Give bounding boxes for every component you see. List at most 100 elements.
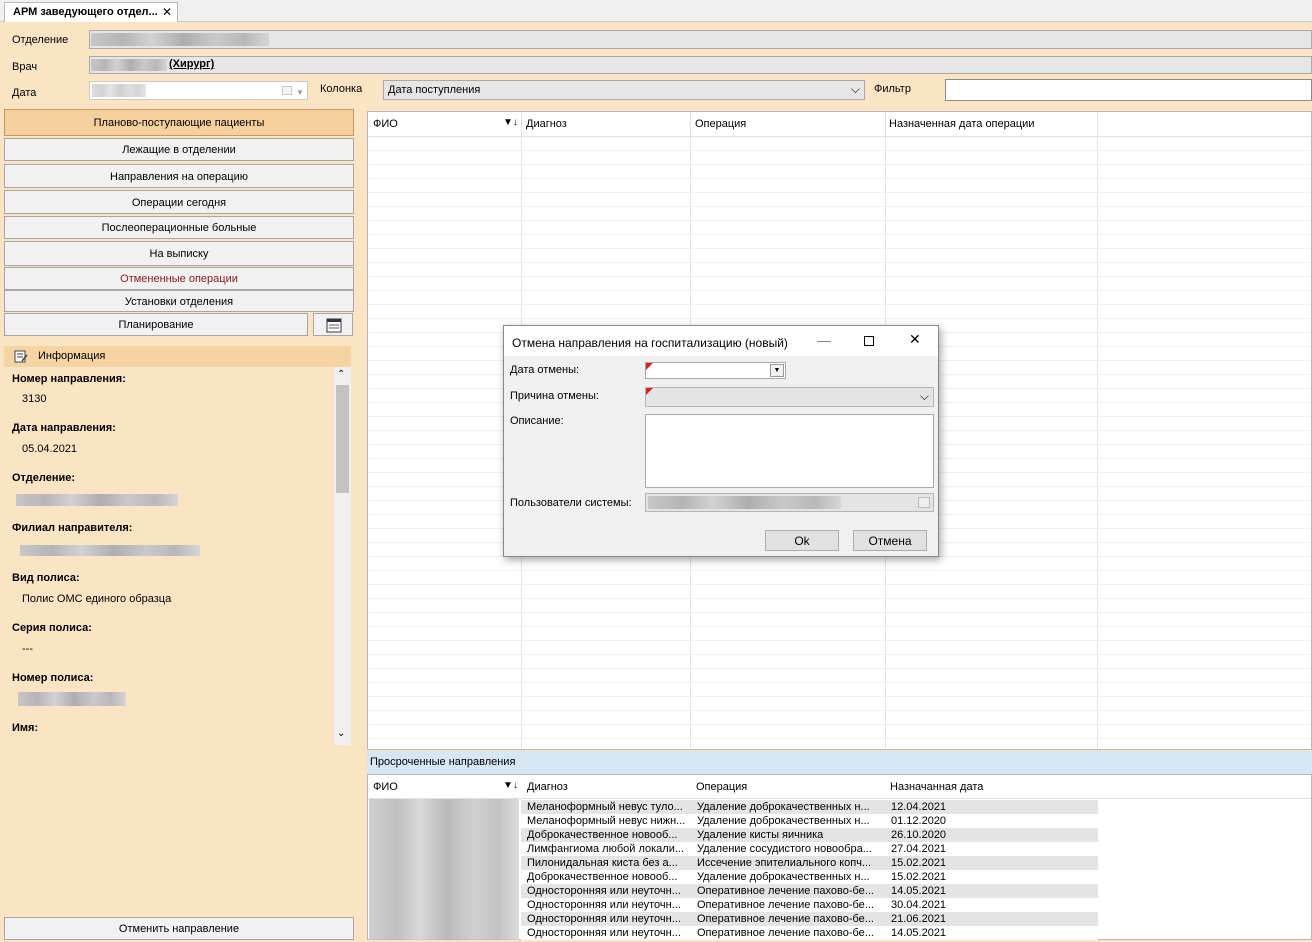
tab-arm[interactable]: АРМ заведующего отдел... ✕ <box>4 2 178 22</box>
filter-label: Фильтр <box>874 83 911 95</box>
redacted-branch-value <box>20 545 200 556</box>
overdue-cell-operation: Удаление кисты яичника <box>697 829 824 841</box>
date-picker[interactable]: ▼ <box>89 81 308 100</box>
overdue-row[interactable]: Односторонняя или неуточн... Оперативное … <box>521 884 1098 898</box>
system-users-label: Пользователи системы: <box>510 497 632 509</box>
overdue-row[interactable]: Односторонняя или неуточн... Оперативное … <box>521 912 1098 926</box>
overdue-cell-operation: Оперативное лечение пахово-бе... <box>697 885 874 897</box>
cancel-referral-button[interactable]: Отменить направление <box>4 917 354 940</box>
grid-row-line <box>368 178 1311 179</box>
overdue-row[interactable]: Доброкачественное новооб... Удаление добр… <box>521 870 1098 884</box>
overdue-cell-date: 14.05.2021 <box>891 885 947 897</box>
col-header-fio[interactable]: ФИО <box>373 118 398 130</box>
redacted-date <box>92 84 146 97</box>
overdue-cell-date: 12.04.2021 <box>891 801 947 813</box>
overdue-cell-date: 27.04.2021 <box>891 843 947 855</box>
overdue-cell-operation: Удаление сосудистого новообра... <box>697 843 872 855</box>
overdue-cell-operation: Удаление доброкачественных н... <box>697 871 870 883</box>
info-value-referral-number: 3130 <box>22 393 47 405</box>
overdue-row[interactable]: Односторонняя или неуточн... Оперативное … <box>521 898 1098 912</box>
overdue-cell-diagnosis: Меланоформный невус туло... <box>527 801 683 813</box>
overdue-cell-operation: Удаление доброкачественных н... <box>697 815 870 827</box>
department-field <box>89 30 1312 49</box>
info-value-referral-date: 05.04.2021 <box>22 443 78 455</box>
overdue-col-diagnosis[interactable]: Диагноз <box>527 781 568 793</box>
filter-input[interactable] <box>945 79 1312 101</box>
nav-discharge[interactable]: На выписку <box>4 241 354 266</box>
nav-cancelled-operations[interactable]: Отмененные операции <box>4 267 354 290</box>
info-label-policy-type: Вид полиса: <box>12 572 80 584</box>
info-header: Информация <box>4 346 351 367</box>
nav-department-settings[interactable]: Установки отделения <box>4 290 354 312</box>
minimize-icon[interactable]: — <box>817 332 831 348</box>
close-icon[interactable]: ✕ <box>909 331 921 348</box>
dialog-cancel-button[interactable]: Отмена <box>853 530 927 551</box>
filter-sort-icon[interactable]: ▼↓ <box>503 117 518 128</box>
overdue-row[interactable]: Меланоформный невус нижн... Удаление добр… <box>521 814 1098 828</box>
redacted-policy-number <box>18 692 126 706</box>
calendar-icon <box>326 318 342 333</box>
overdue-cell-diagnosis: Меланоформный невус нижн... <box>527 815 686 827</box>
redacted-fio-column <box>369 799 519 940</box>
grid-row-line <box>368 738 1311 739</box>
chevron-down-icon[interactable]: ▼ <box>296 88 304 97</box>
info-label-branch: Филиал направителя: <box>12 522 133 534</box>
picker-icon[interactable] <box>918 497 930 508</box>
overdue-cell-operation: Оперативное лечение пахово-бе... <box>697 899 874 911</box>
planning-calendar-button[interactable] <box>313 313 353 336</box>
scroll-down-icon[interactable]: ⌄ <box>337 728 345 739</box>
overdue-header: Просроченные направления <box>367 751 1312 774</box>
tab-title: АРМ заведующего отдел... <box>13 6 158 18</box>
nav-postoperative[interactable]: Послеоперационные больные <box>4 216 354 239</box>
system-users-field[interactable] <box>645 493 934 512</box>
overdue-cell-date: 15.02.2021 <box>891 857 947 869</box>
col-header-assigned-date[interactable]: Назначенная дата операции <box>889 118 1034 130</box>
required-marker <box>646 363 653 370</box>
chevron-down-icon[interactable]: ▼ <box>770 364 784 377</box>
overdue-row[interactable]: Лимфангиома любой локали... Удаление сосу… <box>521 842 1098 856</box>
column-select[interactable]: Дата поступления ⌵ <box>383 80 865 100</box>
scroll-up-icon[interactable]: ⌃ <box>337 369 345 380</box>
maximize-icon[interactable] <box>864 336 874 346</box>
info-label-name: Имя: <box>12 722 39 734</box>
overdue-col-fio[interactable]: ФИО <box>373 781 398 793</box>
grid-row-line <box>368 304 1311 305</box>
col-header-operation[interactable]: Операция <box>695 118 746 130</box>
grid-row-line <box>368 262 1311 263</box>
overdue-cell-diagnosis: Пилонидальная киста без а... <box>527 857 678 869</box>
grid-row-line <box>368 570 1311 571</box>
calendar-icon[interactable] <box>282 86 292 95</box>
column-label: Колонка <box>320 83 363 95</box>
overdue-cell-operation: Удаление доброкачественных н... <box>697 801 870 813</box>
close-icon[interactable]: ✕ <box>162 5 172 19</box>
grid-row-line <box>368 206 1311 207</box>
nav-operation-referrals[interactable]: Направления на операцию <box>4 164 354 188</box>
description-textarea[interactable] <box>645 414 934 488</box>
grid-row-line <box>368 598 1311 599</box>
cancel-date-input[interactable]: ▼ <box>645 362 786 379</box>
filter-sort-icon[interactable]: ▼↓ <box>503 780 518 791</box>
overdue-col-operation[interactable]: Операция <box>696 781 747 793</box>
redacted-department-value <box>16 494 178 506</box>
overdue-col-date[interactable]: Назначанная дата <box>890 781 983 793</box>
nav-inpatients[interactable]: Лежащие в отделении <box>4 138 354 161</box>
ok-button[interactable]: Ok <box>765 530 839 551</box>
nav-operations-today[interactable]: Операции сегодня <box>4 190 354 214</box>
chevron-down-icon[interactable]: ⌵ <box>851 82 860 97</box>
overdue-row[interactable]: Меланоформный невус туло... Удаление добр… <box>521 800 1098 814</box>
nav-planning[interactable]: Планирование <box>4 313 308 336</box>
required-marker <box>646 388 653 395</box>
overdue-row[interactable]: Доброкачественное новооб... Удаление кист… <box>521 828 1098 842</box>
info-label-department: Отделение: <box>12 472 76 484</box>
nav-planned-patients[interactable]: Планово-поступающие пациенты <box>4 109 354 136</box>
overdue-cell-date: 30.04.2021 <box>891 899 947 911</box>
col-header-diagnosis[interactable]: Диагноз <box>526 118 567 130</box>
chevron-down-icon[interactable]: ⌵ <box>920 389 929 404</box>
info-scrollbar-thumb[interactable] <box>336 385 349 493</box>
cancel-reason-select[interactable]: ⌵ <box>645 387 934 407</box>
doctor-label: Врач <box>12 61 38 73</box>
dialog-title: Отмена направления на госпитализацию (но… <box>512 336 788 350</box>
overdue-row[interactable]: Пилонидальная киста без а... Иссечение эп… <box>521 856 1098 870</box>
overdue-row[interactable]: Односторонняя или неуточн... Оперативное … <box>521 926 1098 940</box>
overdue-cell-operation: Иссечение эпителиального копч... <box>697 857 872 869</box>
